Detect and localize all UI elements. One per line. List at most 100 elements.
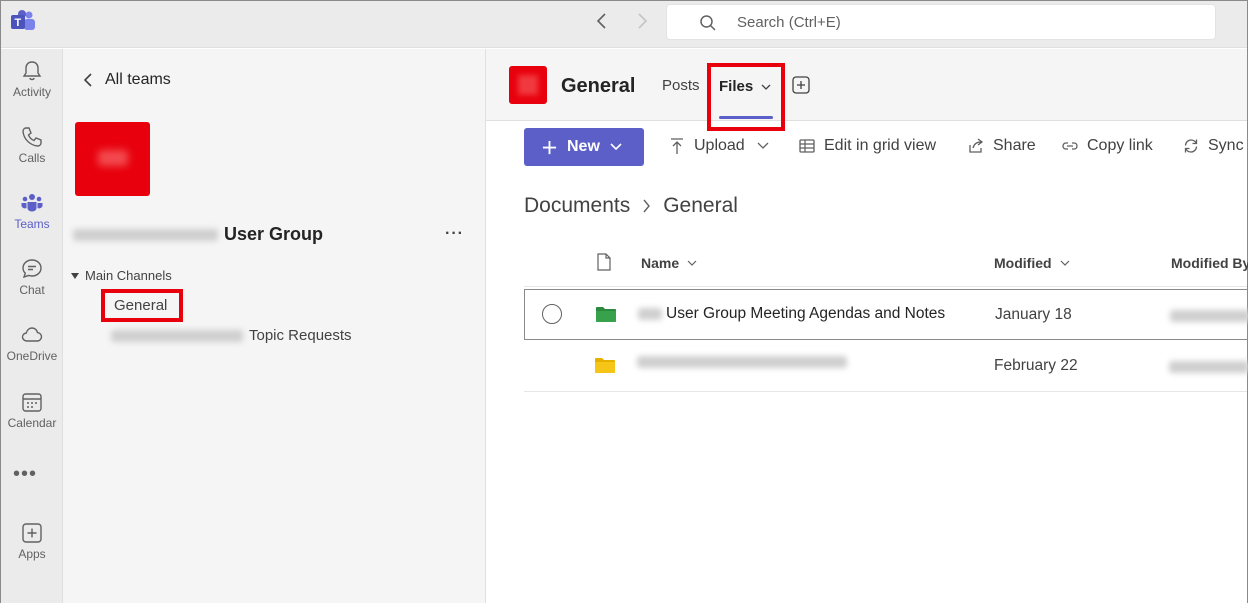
tab-posts[interactable]: Posts	[662, 77, 700, 94]
folder-icon	[594, 357, 616, 374]
rail-label: Teams	[14, 217, 50, 231]
channel-title: General	[561, 75, 636, 97]
sync-label: Sync	[1208, 137, 1244, 154]
forward-arrow-icon[interactable]	[634, 11, 650, 31]
edit-grid-label: Edit in grid view	[824, 137, 937, 154]
channel-label: Topic Requests	[249, 327, 352, 344]
rail-label: Calls	[18, 151, 46, 165]
chevron-right-icon	[643, 199, 651, 213]
file-name-label: User Group Meeting Agendas and Notes	[666, 305, 946, 322]
rail-item-calendar[interactable]: Calendar	[1, 390, 63, 450]
back-arrow-icon[interactable]	[594, 11, 610, 31]
column-modified[interactable]: Modified	[994, 255, 1070, 271]
new-label: New	[567, 138, 600, 155]
sync-button[interactable]: Sync	[1182, 137, 1244, 155]
upload-icon	[671, 138, 683, 154]
column-modified-by-label: Modified By	[1171, 255, 1248, 271]
edit-grid-view-button[interactable]: Edit in grid view	[798, 137, 936, 155]
modified-by-redacted	[1169, 361, 1248, 373]
column-modified-by[interactable]: Modified By	[1171, 255, 1248, 271]
table-row[interactable]: February 22	[524, 341, 1248, 392]
upload-label: Upload	[694, 137, 745, 154]
search-placeholder: Search (Ctrl+E)	[737, 14, 841, 31]
chat-bubble-icon	[20, 257, 44, 281]
cloud-icon	[20, 323, 44, 347]
copy-link-button[interactable]: Copy link	[1061, 137, 1153, 155]
section-main-channels[interactable]: Main Channels	[71, 268, 172, 283]
team-avatar-initials-redacted	[98, 150, 128, 166]
rail-item-apps[interactable]: Apps	[1, 521, 63, 581]
chevron-left-icon	[83, 73, 92, 87]
share-button[interactable]: Share	[967, 137, 1036, 155]
more-apps-icon[interactable]: •••	[13, 463, 37, 486]
team-avatar	[75, 122, 150, 196]
file-name[interactable]	[637, 356, 847, 368]
breadcrumb-root[interactable]: Documents	[524, 194, 630, 218]
file-type-icon	[597, 253, 611, 271]
redacted-text	[73, 228, 218, 241]
rail-label: Calendar	[7, 416, 57, 430]
share-label: Share	[993, 137, 1036, 154]
calendar-icon	[20, 390, 44, 414]
channel-topic-requests[interactable]: Topic Requests	[111, 327, 352, 344]
plus-square-icon	[20, 521, 44, 545]
row-select-radio[interactable]	[542, 304, 562, 324]
share-icon	[969, 138, 984, 153]
team-name-label: User Group	[224, 224, 324, 244]
tab-files[interactable]: Files	[707, 63, 785, 131]
rail-item-onedrive[interactable]: OneDrive	[1, 323, 63, 383]
all-teams-link[interactable]: All teams	[83, 71, 171, 89]
rail-item-calls[interactable]: Calls	[1, 125, 63, 185]
new-button[interactable]: New	[524, 128, 644, 166]
app-rail: Activity Calls Teams Chat OneDrive Calen…	[1, 49, 63, 603]
redacted-text	[638, 308, 662, 320]
section-label: Main Channels	[85, 268, 172, 283]
grid-icon	[799, 139, 815, 153]
copy-link-label: Copy link	[1087, 137, 1153, 154]
sync-icon	[1184, 139, 1198, 153]
teams-panel: All teams User Group ··· Main Channels G…	[63, 49, 486, 603]
search-icon	[699, 14, 717, 32]
team-name: User Group	[73, 224, 323, 245]
people-icon	[20, 191, 44, 215]
more-options-icon[interactable]: ···	[445, 225, 464, 243]
caret-down-icon	[71, 272, 79, 279]
rail-label: Activity	[12, 85, 51, 99]
channel-header: General Posts Files	[486, 49, 1247, 131]
channel-general[interactable]: General	[101, 289, 183, 322]
column-modified-label: Modified	[994, 255, 1052, 271]
active-tab-indicator	[719, 116, 773, 119]
redacted-text	[111, 329, 243, 342]
table-row[interactable]: User Group Meeting Agendas and Notes Jan…	[524, 289, 1248, 340]
file-name[interactable]: User Group Meeting Agendas and Notes	[638, 305, 945, 323]
column-name[interactable]: Name	[641, 255, 697, 271]
modified-date: January 18	[995, 306, 1072, 323]
rail-label: Apps	[18, 547, 46, 561]
search-input[interactable]: Search (Ctrl+E)	[666, 4, 1216, 40]
chevron-down-icon	[757, 142, 769, 149]
upload-button[interactable]: Upload	[668, 137, 769, 155]
breadcrumb-current: General	[663, 194, 738, 217]
teams-logo-icon: T	[10, 9, 36, 33]
rail-label: OneDrive	[6, 349, 58, 363]
rail-item-activity[interactable]: Activity	[1, 59, 63, 119]
rail-item-chat[interactable]: Chat	[1, 257, 63, 317]
breadcrumb: Documents General	[524, 194, 738, 218]
column-name-label: Name	[641, 255, 680, 271]
tab-files-label: Files	[719, 78, 754, 95]
modified-date: February 22	[994, 357, 1078, 374]
svg-text:T: T	[15, 17, 22, 29]
folder-icon	[595, 306, 617, 323]
chevron-down-icon	[761, 84, 771, 90]
chevron-down-icon	[687, 260, 697, 266]
all-teams-label: All teams	[105, 71, 171, 88]
add-tab-icon[interactable]	[792, 76, 810, 94]
rail-item-teams[interactable]: Teams	[1, 191, 63, 251]
files-toolbar: New Upload Edit in grid view Share Copy …	[486, 122, 1247, 178]
bell-icon	[20, 59, 44, 83]
plus-icon	[542, 140, 557, 154]
link-icon	[1062, 142, 1078, 150]
redacted-text	[637, 356, 847, 368]
chevron-down-icon	[1060, 260, 1069, 266]
phone-icon	[20, 125, 44, 149]
